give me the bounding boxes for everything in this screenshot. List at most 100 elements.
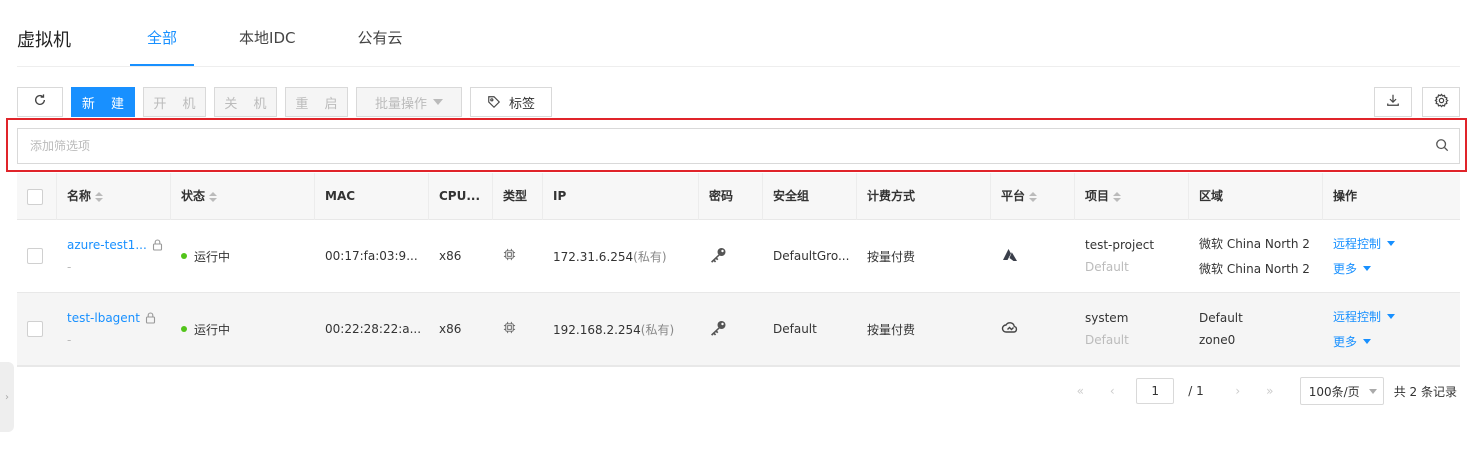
refresh-button[interactable] (17, 87, 63, 117)
settings-button[interactable] (1422, 87, 1460, 117)
column-project[interactable]: 项目 (1075, 173, 1189, 220)
password-cell (699, 293, 763, 365)
name-cell: azure-test1... - (57, 220, 171, 292)
vm-description: - (67, 260, 72, 274)
key-icon[interactable] (709, 247, 763, 266)
vm-name-link[interactable]: azure-test1... (67, 238, 147, 252)
sort-icon[interactable] (209, 191, 218, 202)
type-cell (493, 220, 543, 292)
tab-local-idc[interactable]: 本地IDC (222, 0, 312, 66)
vm-description: - (67, 333, 72, 347)
project-name: system (1085, 311, 1129, 325)
zone-name: zone0 (1199, 333, 1236, 347)
sort-icon[interactable] (1113, 191, 1122, 202)
tag-button[interactable]: 标签 (470, 87, 552, 117)
remote-control-dropdown[interactable]: 远程控制 (1333, 235, 1456, 252)
sort-icon[interactable] (1029, 191, 1038, 202)
region-cell: Default zone0 (1189, 293, 1323, 365)
zone-name: 微软 China North 2 (1199, 262, 1310, 276)
platform-cell (991, 220, 1075, 292)
page-title: 虚拟机 (17, 30, 71, 51)
sidebar-toggle-handle[interactable]: › (0, 362, 14, 432)
tab-all[interactable]: 全部 (130, 0, 195, 66)
start-button[interactable]: 开 机 (143, 87, 206, 117)
tag-icon (487, 95, 501, 109)
column-region: 区域 (1189, 173, 1323, 220)
chevron-down-icon (1387, 314, 1396, 319)
ip-address: 192.168.2.254 (553, 322, 641, 337)
select-all-cell (17, 173, 57, 220)
column-cpu: CPU... (429, 173, 493, 220)
row-checkbox[interactable] (27, 321, 43, 337)
column-name[interactable]: 名称 (57, 173, 171, 220)
first-page-icon[interactable]: « (1066, 377, 1094, 405)
restart-button[interactable]: 重 启 (285, 87, 348, 117)
type-cell (493, 293, 543, 365)
column-project-label: 项目 (1085, 189, 1110, 203)
chip-icon (503, 248, 543, 264)
name-cell: test-lbagent - (57, 293, 171, 365)
region-name: 微软 China North 2 (1199, 237, 1310, 251)
table-header: 名称 状态 MAC CPU... 类型 IP 密码 安全组 计费方式 平台 项目… (17, 173, 1460, 220)
ip-cell: 172.31.6.254(私有) (543, 220, 699, 292)
refresh-icon (33, 93, 47, 111)
region-name: Default (1199, 311, 1243, 325)
page-size-label: 100条/页 (1308, 384, 1360, 399)
column-type: 类型 (493, 173, 543, 220)
remote-control-dropdown[interactable]: 远程控制 (1333, 308, 1456, 325)
new-button[interactable]: 新 建 (71, 87, 135, 117)
status-dot-icon (181, 253, 187, 259)
azure-icon (1001, 248, 1075, 265)
status-cell: 运行中 (171, 293, 315, 365)
project-domain: Default (1085, 260, 1129, 274)
next-page-icon[interactable]: › (1224, 377, 1252, 405)
vm-name-link[interactable]: test-lbagent (67, 311, 140, 325)
batch-actions-dropdown[interactable]: 批量操作 (356, 87, 462, 117)
stop-button[interactable]: 关 机 (214, 87, 277, 117)
filter-input[interactable] (18, 129, 1408, 163)
tab-public-cloud[interactable]: 公有云 (340, 0, 419, 66)
download-button[interactable] (1374, 87, 1412, 117)
column-status[interactable]: 状态 (171, 173, 315, 220)
table-row: azure-test1... - 运行中 00:17:fa:03:9... x8… (17, 220, 1460, 293)
column-password: 密码 (699, 173, 763, 220)
key-icon[interactable] (709, 320, 763, 339)
mac-cell: 00:17:fa:03:9... (325, 249, 418, 263)
secgroup-cell: Default (773, 322, 817, 336)
prev-page-icon[interactable]: ‹ (1098, 377, 1126, 405)
column-billing: 计费方式 (857, 173, 991, 220)
chevron-down-icon (1363, 339, 1372, 344)
row-select-cell (17, 293, 57, 365)
chevron-down-icon (1368, 388, 1377, 394)
column-secgroup: 安全组 (763, 173, 857, 220)
project-cell: system Default (1075, 293, 1189, 365)
page-size-select[interactable]: 100条/页 (1299, 377, 1384, 405)
page-number-input[interactable] (1136, 378, 1175, 404)
tag-label: 标签 (508, 96, 535, 112)
search-icon[interactable] (1435, 138, 1449, 156)
last-page-icon[interactable]: » (1256, 377, 1284, 405)
pagination: « ‹ / 1 › » 100条/页 共 2 条记录 (1066, 377, 1457, 405)
table-row: test-lbagent - 运行中 00:22:28:22:a... x86 … (17, 293, 1460, 366)
more-actions-dropdown[interactable]: 更多 (1333, 260, 1456, 277)
password-cell (699, 220, 763, 292)
column-platform[interactable]: 平台 (991, 173, 1075, 220)
lock-icon (145, 312, 156, 324)
region-cell: 微软 China North 2 微软 China North 2 (1189, 220, 1323, 292)
row-checkbox[interactable] (27, 248, 43, 264)
select-all-checkbox[interactable] (27, 188, 43, 205)
sort-icon[interactable] (95, 191, 104, 202)
lock-icon (152, 239, 163, 251)
chip-icon (503, 321, 543, 337)
row-select-cell (17, 220, 57, 292)
record-count: 共 2 条记录 (1393, 384, 1457, 399)
remote-control-label: 远程控制 (1333, 310, 1382, 324)
header-divider (17, 66, 1460, 67)
more-actions-dropdown[interactable]: 更多 (1333, 333, 1456, 350)
chevron-down-icon (1387, 241, 1396, 246)
filter-bar (17, 128, 1460, 164)
download-icon (1386, 93, 1400, 111)
column-mac: MAC (315, 173, 429, 220)
secgroup-cell: DefaultGro... (773, 249, 850, 263)
vm-table: 名称 状态 MAC CPU... 类型 IP 密码 安全组 计费方式 平台 项目… (17, 173, 1460, 367)
